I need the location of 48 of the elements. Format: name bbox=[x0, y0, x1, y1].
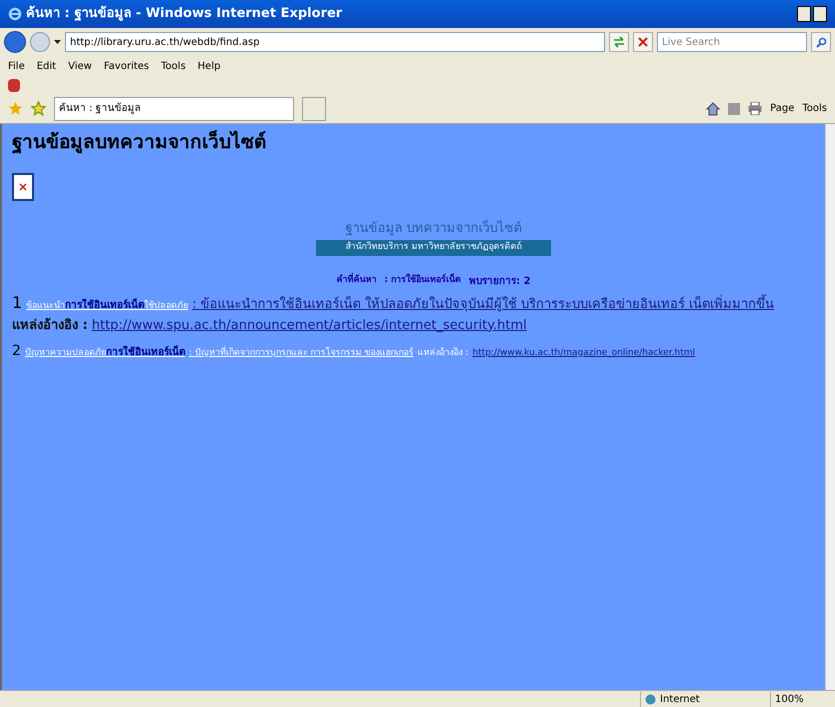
result-title-link[interactable]: ปัญหาความปลอดภัยการใช้อินเทอร์เน็ต bbox=[24, 344, 185, 360]
search-label: คำที่ค้นหา bbox=[336, 274, 376, 286]
menu-item[interactable]: Favorites bbox=[104, 58, 150, 74]
minimize-button[interactable] bbox=[797, 6, 811, 22]
source-url-link[interactable]: http://www.ku.ac.th/magazine_online/hacker.html bbox=[472, 344, 696, 360]
command-button[interactable]: Tools bbox=[802, 101, 827, 116]
command-button[interactable]: Page bbox=[770, 101, 794, 116]
restore-button[interactable] bbox=[813, 6, 827, 22]
menu-item[interactable]: Edit bbox=[36, 58, 56, 74]
star-icon[interactable] bbox=[8, 101, 23, 116]
banner-title: ฐานข้อมูล บทความจากเว็บไซต์ bbox=[345, 218, 522, 238]
menu-item[interactable]: File bbox=[8, 58, 25, 74]
refresh-button[interactable] bbox=[609, 32, 629, 52]
back-button[interactable] bbox=[4, 31, 26, 53]
window-title: ค้นหา : ฐานข้อมูล - Windows Internet Explorer bbox=[26, 4, 344, 24]
source-label: แหล่งอ้างอิง : bbox=[12, 316, 88, 334]
dropdown-arrow-icon[interactable] bbox=[54, 40, 61, 44]
result-number: 2 bbox=[12, 342, 21, 358]
result-count: พบรายการ: 2 bbox=[469, 274, 531, 288]
result-title-link[interactable]: ข้อแนะนำการใช้อินเทอร์เน็ตใช้ปลอดภัย bbox=[26, 296, 188, 316]
feeds-icon[interactable] bbox=[728, 102, 740, 114]
vertical-scrollbar[interactable] bbox=[825, 124, 835, 690]
add-star-icon[interactable] bbox=[31, 101, 46, 116]
search-icon bbox=[816, 36, 826, 48]
source-url-link[interactable]: http://www.spu.ac.th/announcement/articles/internet_security.html bbox=[92, 316, 527, 334]
zone-status: Internet bbox=[660, 692, 700, 706]
description-link[interactable]: : ข้อแนะนำการใช้อินเทอร์เน็ต ให้ปลอดภัยในปัจจุบันมีผู้ใช้ บริการระบบเครือข่ายอินเทอร์ เน็ตเพิ่มมากขึ้น bbox=[192, 294, 815, 314]
home-icon[interactable] bbox=[706, 102, 720, 116]
globe-icon bbox=[645, 694, 656, 704]
source-label: แหล่งอ้างอิง : bbox=[418, 346, 468, 360]
result-number: 1 bbox=[12, 292, 22, 312]
broken-image-icon bbox=[19, 182, 27, 190]
menu-item[interactable]: View bbox=[68, 58, 92, 74]
new-tab-button[interactable] bbox=[302, 96, 326, 120]
menu-item[interactable]: Tools bbox=[161, 58, 186, 74]
page-heading: ฐานข้อมูลบทความจากเว็บไซต์ bbox=[12, 129, 267, 156]
arrows-icon bbox=[613, 36, 625, 48]
printer-icon[interactable] bbox=[748, 102, 762, 115]
stop-button[interactable] bbox=[633, 32, 653, 52]
close-icon bbox=[638, 37, 648, 47]
browser-tab[interactable]: ค้นหา : ฐานข้อมูล bbox=[54, 96, 294, 120]
address-field[interactable]: http://library.uru.ac.th/webdb/find.asp bbox=[65, 32, 605, 52]
search-button[interactable] bbox=[811, 32, 831, 52]
banner-subtitle: สำนักวิทยบริการ มหาวิทยาลัยราชภัฏอุตรดิตถ์ bbox=[316, 240, 551, 256]
search-term: : การใช้อินเทอร์เน็ต bbox=[384, 274, 462, 286]
zoom-control[interactable]: 100% bbox=[770, 692, 835, 706]
search-field[interactable]: Live Search bbox=[657, 32, 807, 52]
menu-item[interactable]: Help bbox=[198, 58, 220, 74]
